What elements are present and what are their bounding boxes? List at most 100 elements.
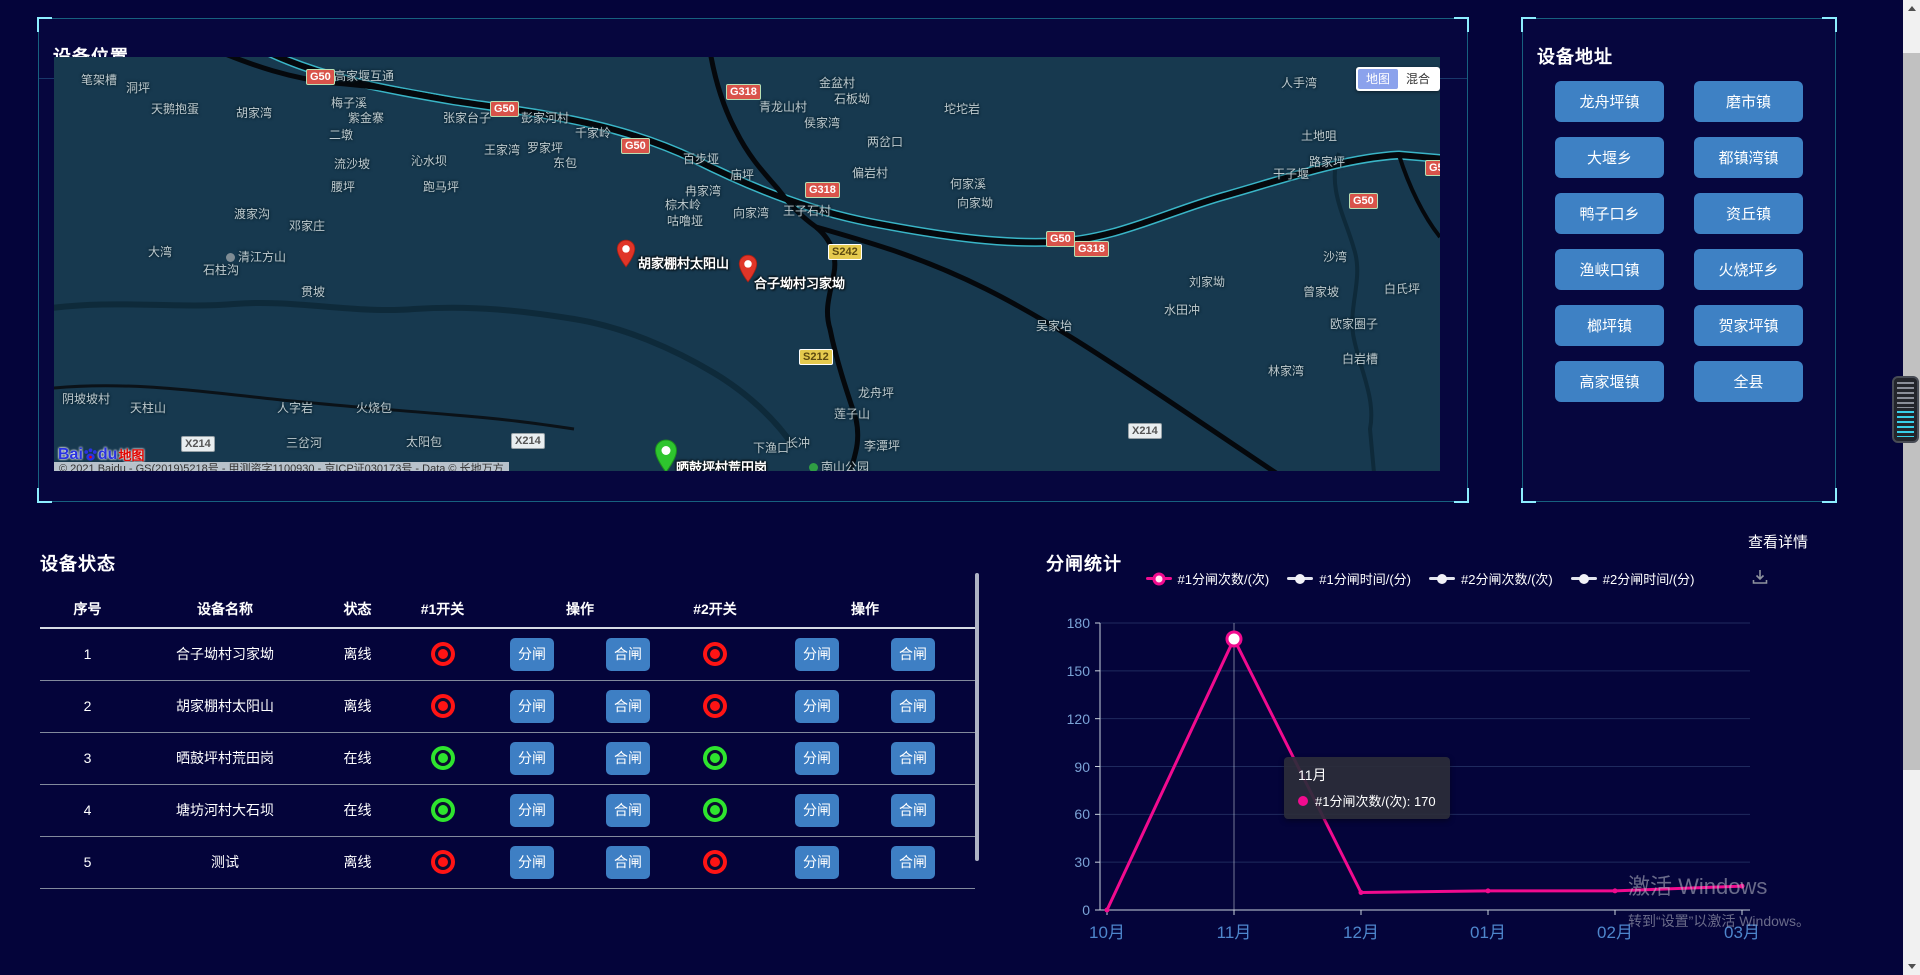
map-place-label: 人手湾 [1281,74,1317,91]
address-button[interactable]: 龙舟坪镇 [1555,81,1664,122]
switch-actions: 分闸 合闸 [485,690,675,723]
highlighted-data-point [1227,632,1241,646]
address-button[interactable]: 高家堰镇 [1555,361,1664,402]
close-button[interactable]: 合闸 [606,846,650,879]
road-badge: G50 [306,69,335,85]
logo-text: du [98,446,118,464]
chart-plot[interactable] [1040,525,1840,945]
trip-button[interactable]: 分闸 [795,638,839,671]
map-place-label: 渡家沟 [234,205,270,222]
address-button[interactable]: 榔坪镇 [1555,305,1664,346]
address-button[interactable]: 都镇湾镇 [1694,137,1803,178]
scroll-down-button[interactable] [1903,958,1920,975]
table-scrollbar[interactable] [975,573,979,861]
map-place-label: 高家堰互通 [334,67,394,84]
baidu-paw-icon [82,446,99,463]
corner-bracket-icon [1521,17,1536,32]
y-axis-label: 60 [1042,806,1090,822]
scroll-up-button[interactable] [1903,0,1920,17]
status-light-icon [703,746,727,770]
switch2-indicator [675,694,755,718]
map-marker-label: 合子坳村习家坳 [754,273,845,292]
trip-button[interactable]: 分闸 [510,742,554,775]
road-badge: G50 [490,101,519,117]
corner-bracket-icon [37,17,52,32]
map-place-label: 南山公园 [809,458,869,471]
address-button[interactable]: 火烧坪乡 [1694,249,1803,290]
close-button[interactable]: 合闸 [891,794,935,827]
road-badge: G50 [621,138,650,154]
close-button[interactable]: 合闸 [891,742,935,775]
road-badge: X214 [1128,423,1162,439]
device-address-panel: 设备地址 龙舟坪镇磨市镇大堰乡都镇湾镇鸭子口乡资丘镇渔峡口镇火烧坪乡榔坪镇贺家坪… [1522,18,1836,502]
corner-bracket-icon [1521,488,1536,503]
row-index: 1 [40,646,135,662]
address-button[interactable]: 全县 [1694,361,1803,402]
address-button[interactable]: 大堰乡 [1555,137,1664,178]
switch1-indicator [400,850,485,874]
map-place-label: 百步垭 [683,150,719,167]
trip-button[interactable]: 分闸 [795,690,839,723]
table-row: 5测试离线分闸合闸分闸合闸 [40,837,975,889]
road-badge: G318 [726,84,761,100]
trip-button[interactable]: 分闸 [510,690,554,723]
logo-text: Bai [58,446,83,464]
map-place-label: 向家湾 [733,204,769,221]
map-place-label: 林家湾 [1268,362,1304,379]
map-place-label: 天鹅抱蛋 [151,100,199,117]
map-place-label: 千家岭 [575,124,611,141]
device-status: 离线 [315,852,400,872]
trip-button[interactable]: 分闸 [795,742,839,775]
map-place-label: 干子堰 [1273,165,1309,182]
road-badge: G50 [1349,193,1378,209]
map-place-label: 洞坪 [126,79,150,96]
device-status-section: 设备状态 序号设备名称状态#1开关操作#2开关操作 1合子坳村习家坳离线分闸合闸… [40,525,980,975]
close-button[interactable]: 合闸 [891,846,935,879]
map-place-label: 人字岩 [277,399,313,416]
row-index: 3 [40,750,135,766]
address-button[interactable]: 贺家坪镇 [1694,305,1803,346]
scroll-indicator-widget[interactable] [1892,376,1919,443]
close-button[interactable]: 合闸 [606,638,650,671]
y-axis-label: 120 [1042,711,1090,727]
map-place-label: 青龙山村 [759,98,807,115]
switch2-indicator [675,746,755,770]
arrow-up-icon [1908,6,1916,11]
trip-button[interactable]: 分闸 [510,638,554,671]
switch-actions: 分闸 合闸 [755,742,975,775]
corner-bracket-icon [37,488,52,503]
y-axis-label: 180 [1042,615,1090,631]
address-button[interactable]: 鸭子口乡 [1555,193,1664,234]
map-marker[interactable] [616,239,636,273]
map-place-label: 下渔口 [753,439,789,456]
close-button[interactable]: 合闸 [891,690,935,723]
map-type-toggle: 地图 混合 [1356,67,1440,91]
map-place-label: 天柱山 [130,399,166,416]
browser-scrollbar[interactable] [1903,0,1920,975]
address-button[interactable]: 资丘镇 [1694,193,1803,234]
close-button[interactable]: 合闸 [606,794,650,827]
trip-button[interactable]: 分闸 [510,846,554,879]
trip-button[interactable]: 分闸 [795,794,839,827]
map-place-label: 跑马坪 [423,178,459,195]
baidu-map[interactable]: 笔架槽洞坪天鹅抱蛋胡家湾高家堰互通梅子溪紫金寨二墩流沙坡沁水坝腰坪跑马坪渡家沟邓… [54,57,1440,471]
address-button[interactable]: 渔峡口镇 [1555,249,1664,290]
map-place-label: 东包 [553,154,577,171]
data-point [1105,908,1110,913]
map-place-label: 沁水坝 [411,152,447,169]
hybrid-mode-button[interactable]: 混合 [1398,69,1438,89]
close-button[interactable]: 合闸 [606,742,650,775]
status-light-icon [703,694,727,718]
status-light-icon [431,850,455,874]
map-marker[interactable] [654,439,678,471]
address-button[interactable]: 磨市镇 [1694,81,1803,122]
map-mode-button[interactable]: 地图 [1358,69,1398,89]
close-button[interactable]: 合闸 [606,690,650,723]
trip-button[interactable]: 分闸 [510,794,554,827]
map-place-label: 王子石村 [783,202,831,219]
road-badge: S242 [828,244,862,260]
map-place-label: 胡家湾 [236,104,272,121]
trip-button[interactable]: 分闸 [795,846,839,879]
road-badge: G50 [1425,160,1440,176]
close-button[interactable]: 合闸 [891,638,935,671]
